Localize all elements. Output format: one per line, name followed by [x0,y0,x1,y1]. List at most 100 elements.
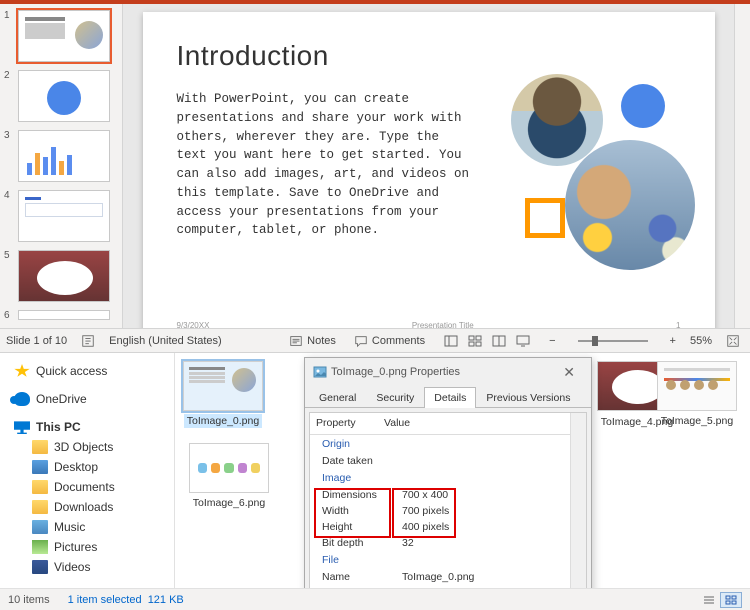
nav-label: This PC [36,420,81,434]
normal-view-button[interactable] [439,331,463,351]
properties-dialog[interactable]: ToImage_0.png Properties ✕ General Secur… [304,357,592,601]
zoom-out-button[interactable]: − [545,333,559,349]
footer-title: Presentation Title [412,321,474,328]
dialog-scrollbar[interactable] [570,413,586,595]
nav-tree[interactable]: Quick access OneDrive This PC 3D Objects… [0,353,175,610]
nav-label: Music [54,520,85,534]
details-header[interactable]: Property Value ︿ [310,413,586,435]
comments-label: Comments [372,335,425,347]
row-bit-depth[interactable]: Bit depth32 [310,535,586,551]
col-property: Property [316,417,384,430]
slide[interactable]: Introduction With PowerPoint, you can cr… [143,12,715,328]
nav-this-pc[interactable]: This PC [4,417,170,437]
comments-button[interactable]: Comments [350,332,429,350]
nav-label: 3D Objects [54,440,113,454]
slide-title[interactable]: Introduction [177,40,681,72]
row-width[interactable]: Width700 pixels [310,503,586,519]
thumb-number: 6 [4,310,14,321]
nav-pictures[interactable]: Pictures [4,537,170,557]
nav-label: Quick access [36,364,107,378]
desktop-icon [32,460,48,474]
fit-window-button[interactable] [722,332,744,350]
dialog-titlebar[interactable]: ToImage_0.png Properties ✕ [305,358,591,386]
tab-security[interactable]: Security [366,387,424,408]
row-dimensions[interactable]: Dimensions700 x 400 [310,487,586,503]
image-icon [313,365,327,379]
thumb-1[interactable]: 1 [0,8,122,68]
slide-thumbnail-panel[interactable]: 1 2 3 4 5 6 [0,4,123,328]
thumb-number: 5 [4,250,14,302]
nav-music[interactable]: Music [4,517,170,537]
thumb-3[interactable]: 3 [0,128,122,188]
notes-label: Notes [307,335,336,347]
zoom-slider[interactable] [578,340,648,342]
nav-documents[interactable]: Documents [4,477,170,497]
details-view-button[interactable] [698,592,720,608]
nav-quick-access[interactable]: Quick access [4,361,170,381]
thumb-preview [18,190,110,242]
nav-downloads[interactable]: Downloads [4,497,170,517]
pc-icon [14,420,30,434]
nav-videos[interactable]: Videos [4,557,170,577]
group-origin: Origin [310,435,586,453]
music-icon [32,520,48,534]
accessibility-button[interactable] [77,332,99,350]
zoom-in-button[interactable]: + [666,333,680,349]
row-name[interactable]: NameToImage_0.png [310,569,586,585]
close-icon[interactable]: ✕ [555,362,583,383]
ppt-main: 1 2 3 4 5 6 [0,4,750,328]
row-height[interactable]: Height400 pixels [310,519,586,535]
slide-photo-2 [565,140,695,270]
nav-label: Desktop [54,460,98,474]
row-date-taken[interactable]: Date taken [310,453,586,469]
slide-body[interactable]: With PowerPoint, you can create presenta… [177,90,477,240]
file-item[interactable]: ToImage_6.png [187,443,271,510]
notes-button[interactable]: Notes [285,332,340,350]
nav-label: Documents [54,480,115,494]
details-panel[interactable]: Property Value ︿ Origin Date taken Image… [309,412,587,596]
orange-square-decoration [525,198,565,238]
blue-circle-decoration [621,84,665,128]
slide-canvas-area[interactable]: Introduction With PowerPoint, you can cr… [123,4,734,328]
thumb-preview [18,250,110,302]
file-thumbnail [657,361,737,411]
slideshow-button[interactable] [511,331,535,351]
icons-view-button[interactable] [720,592,742,608]
language-button[interactable]: English (United States) [109,335,222,347]
thumb-preview [18,10,110,62]
nav-desktop[interactable]: Desktop [4,457,170,477]
thumb-number: 3 [4,130,14,182]
vertical-scrollbar[interactable] [734,4,750,328]
thumb-5[interactable]: 5 [0,248,122,308]
powerpoint-window: 1 2 3 4 5 6 [0,0,750,352]
thumb-4[interactable]: 4 [0,188,122,248]
cloud-icon [14,392,30,406]
zoom-percent[interactable]: 55% [690,335,712,347]
item-count: 10 items [8,594,50,606]
dialog-tabs: General Security Details Previous Versio… [305,386,591,408]
nav-3d-objects[interactable]: 3D Objects [4,437,170,457]
tab-general[interactable]: General [309,387,366,408]
reading-view-button[interactable] [487,331,511,351]
file-item[interactable]: ToImage_0.png [181,361,265,428]
file-explorer-window: Quick access OneDrive This PC 3D Objects… [0,352,750,610]
tab-previous-versions[interactable]: Previous Versions [476,387,580,408]
thumb-number: 4 [4,190,14,242]
file-item[interactable]: ToImage_5.png [655,361,739,428]
tab-details[interactable]: Details [424,387,476,408]
thumb-6[interactable]: 6 [0,308,122,321]
file-label: ToImage_0.png [184,414,262,428]
star-icon [14,364,30,378]
slide-counter[interactable]: Slide 1 of 10 [6,335,67,347]
file-label: ToImage_6.png [190,496,268,510]
thumb-preview [18,130,110,182]
sorter-view-button[interactable] [463,331,487,351]
slide-photo-1 [511,74,603,166]
thumb-2[interactable]: 2 [0,68,122,128]
nav-onedrive[interactable]: OneDrive [4,389,170,409]
folder-icon [32,500,48,514]
group-image: Image [310,469,586,487]
thumb-preview [18,310,110,320]
view-buttons [439,331,535,351]
thumb-preview [18,70,110,122]
